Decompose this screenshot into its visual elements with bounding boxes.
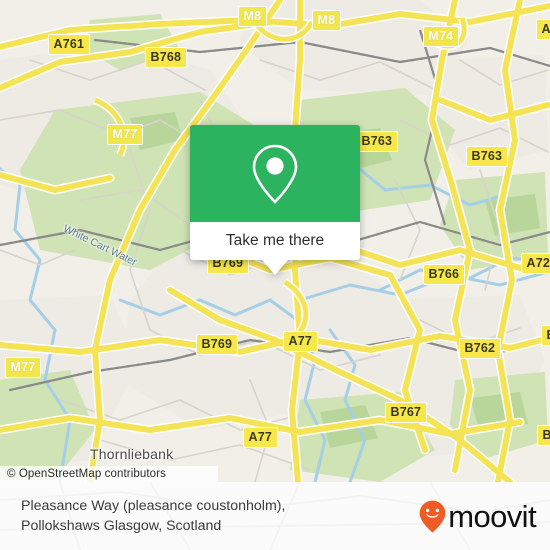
road-shield: B763	[356, 131, 398, 152]
road-shield: B768	[145, 47, 187, 68]
take-me-there-button[interactable]: Take me there	[190, 222, 360, 260]
road-shield: A7	[536, 19, 550, 40]
road-shield: B767	[385, 402, 427, 423]
moovit-pin-icon	[419, 500, 446, 533]
road-shield: A728	[521, 253, 550, 274]
road-shield: M8	[312, 10, 341, 31]
road-shield: B769	[196, 334, 238, 355]
road-shield: B7	[541, 325, 550, 346]
address-line-1: Pleasance Way (pleasance coustonholm),	[21, 498, 286, 514]
road-shield: A761	[48, 34, 90, 55]
osm-attribution-text: © OpenStreetMap contributors	[7, 468, 166, 480]
moovit-logo[interactable]: moovit	[419, 498, 537, 534]
map-pin-icon	[252, 144, 298, 204]
callout-pointer	[262, 260, 288, 275]
road-shield: A77	[243, 427, 278, 448]
road-shield: B763	[466, 146, 508, 167]
road-shield: M77	[5, 357, 41, 378]
map-canvas[interactable]: M8 M8 M74 A761 B768 A7 M77 B763 B763 B769 B766 A728…	[0, 0, 550, 482]
road-shield: M74	[423, 26, 459, 47]
address-block: Pleasance Way (pleasance coustonholm), P…	[21, 496, 285, 536]
road-shield: A77	[283, 331, 318, 352]
map-screenshot: M8 M8 M74 A761 B768 A7 M77 B763 B763 B769 B766 A728…	[0, 0, 550, 550]
callout-header	[190, 125, 360, 222]
osm-attribution[interactable]: © OpenStreetMap contributors	[0, 466, 218, 482]
road-shield: B762	[459, 338, 501, 359]
road-shield: M8	[238, 6, 267, 27]
road-shield: M77	[107, 124, 143, 145]
moovit-wordmark: moovit	[448, 498, 536, 534]
take-me-there-label: Take me there	[225, 232, 325, 249]
road-shield: B766	[423, 264, 465, 285]
footer-bar: Pleasance Way (pleasance coustonholm), P…	[0, 482, 550, 550]
location-callout-card[interactable]: Take me there	[190, 125, 360, 275]
road-shield: B76	[537, 425, 550, 446]
address-line-2: Pollokshaws Glasgow, Scotland	[21, 518, 222, 534]
place-label: Thornliebank	[90, 446, 174, 462]
